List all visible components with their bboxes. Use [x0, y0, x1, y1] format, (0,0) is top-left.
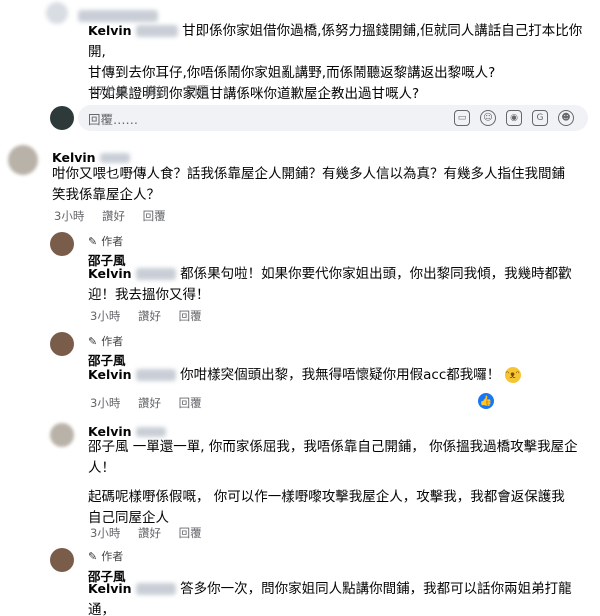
comment-1-like[interactable]: 讚好 [102, 209, 125, 223]
comment-4-time[interactable]: 3小時 [90, 526, 120, 540]
gif-icon[interactable]: G [532, 110, 548, 126]
author-badge-label: 作者 [101, 235, 124, 248]
comment-2-tag[interactable]: Kelvin [88, 266, 132, 281]
comment-2-meta: 3小時 讚好 回覆 [90, 308, 216, 324]
comment-1-avatar[interactable] [8, 145, 38, 175]
comment-1-author[interactable]: Kelvin [52, 150, 96, 165]
comment-1-line-0: 咁你又喂乜嘢傳人食？話我係靠屋企人開鋪？有幾多人信以為真？有幾多人指住我間鋪 [52, 166, 565, 182]
comment-4-reply[interactable]: 回覆 [179, 526, 202, 540]
reply-placeholder: 回覆…… [88, 112, 139, 127]
comment-0-meta: 47分鐘 讚好 回覆 [90, 83, 223, 99]
comment-3-like[interactable]: 讚好 [138, 396, 161, 410]
author-badge-label: 作者 [101, 550, 124, 563]
pencil-icon: ✎ [88, 549, 98, 563]
sticker-face-icon[interactable]: ☻ [558, 110, 574, 126]
comment-5-line-1: 通， [88, 602, 115, 616]
comment-3-reply[interactable]: 回覆 [179, 396, 202, 410]
comment-2-reply[interactable]: 回覆 [179, 309, 202, 323]
comment-3-tag[interactable]: Kelvin [88, 367, 132, 382]
top-avatar[interactable] [46, 2, 68, 24]
author-badge-label: 作者 [101, 335, 124, 348]
comment-5-line-0: 答多你一次，問你家姐同人點講你間鋪，我都可以話你兩姐弟打龍 [180, 581, 572, 597]
camera-icon[interactable]: ◉ [506, 110, 522, 126]
comment-4-line-1: 人！ [88, 460, 115, 476]
comment-2-author-badge: ✎ 作者 [88, 233, 123, 249]
comment-2-like[interactable]: 讚好 [138, 309, 161, 323]
pencil-icon: ✎ [88, 334, 98, 348]
comment-0-like[interactable]: 讚好 [145, 84, 168, 98]
current-user-avatar [50, 106, 74, 130]
comment-2-time[interactable]: 3小時 [90, 309, 120, 323]
pencil-icon: ✎ [88, 234, 98, 248]
comment-3-avatar[interactable] [50, 332, 74, 356]
laughing-emoji-icon: ᵔᴥᵔ [504, 367, 521, 383]
comment-4-avatar[interactable] [50, 423, 74, 447]
comment-3-time[interactable]: 3小時 [90, 396, 120, 410]
comment-5-tag[interactable]: Kelvin [88, 581, 132, 596]
comment-5-avatar[interactable] [50, 548, 74, 572]
comment-3-meta: 3小時 讚好 回覆 [90, 395, 216, 411]
comment-4-like[interactable]: 讚好 [138, 526, 161, 540]
comment-4-body: 邵子風 一單還一單, 你而家係屈我，我唔係靠自己開鋪， 你係搵我過橋攻擊我屋企 … [88, 437, 593, 529]
comment-2-body: Kelvin 都係果句啦！如果你要代你家姐出頭，你出黎同我傾，我幾時都歡 迎！我… [88, 263, 593, 306]
comment-5-body: Kelvin 答多你一次，問你家姐同人點講你間鋪，我都可以話你兩姐弟打龍 通， [88, 578, 593, 616]
comment-3-author-badge: ✎ 作者 [88, 333, 123, 349]
comment-1-body: 咁你又喂乜嘢傳人食？話我係靠屋企人開鋪？有幾多人信以為真？有幾多人指住我間鋪 笑… [52, 164, 592, 206]
comment-0-time[interactable]: 47分鐘 [90, 84, 128, 98]
sticker-icon[interactable]: ▭ [454, 110, 470, 126]
comment-2-avatar[interactable] [50, 232, 74, 256]
comment-5-author-badge: ✎ 作者 [88, 548, 123, 564]
comment-0-reply[interactable]: 回覆 [186, 84, 209, 98]
comment-0-line-1: 甘傳到去你耳仔,你唔係鬧你家姐亂講野,而係鬧聽返黎講返出黎嘅人? [88, 65, 496, 81]
emoji-icon[interactable]: ☺ [480, 110, 496, 126]
comment-0-author[interactable]: Kelvin [88, 23, 132, 38]
comment-2-line-1: 迎！我去搵你又得！ [88, 287, 210, 303]
comment-3-body: Kelvin 你咁樣突個頭出黎，我無得唔懷疑你用假acc都我囉！ ᵔᴥᵔ [88, 364, 593, 386]
comment-4-meta: 3小時 讚好 回覆 [90, 525, 216, 541]
comment-1-line-1: 笑我係靠屋企人？ [52, 187, 160, 203]
comment-4-line-0: 邵子風 一單還一單, 你而家係屈我，我唔係靠自己開鋪， 你係搵我過橋攻擊我屋企 [88, 439, 578, 455]
comment-3-line-0: 你咁樣突個頭出黎，我無得唔懷疑你用假acc都我囉！ [180, 367, 501, 383]
like-reaction-icon[interactable]: 👍 [478, 393, 494, 409]
comment-1-reply[interactable]: 回覆 [143, 209, 166, 223]
comment-1-time[interactable]: 3小時 [54, 209, 84, 223]
comment-2-line-0: 都係果句啦！如果你要代你家姐出頭，你出黎同我傾，我幾時都歡 [180, 266, 572, 282]
reply-input[interactable]: 回覆…… ▭ ☺ ◉ G ☻ [78, 105, 588, 131]
comment-4-line-2: 起碼呢樣嘢係假嘅， 你可以作一樣嘢嚟攻擊我屋企人，攻擊我，我都會返保護我 [88, 489, 565, 505]
comment-1-meta: 3小時 讚好 回覆 [54, 208, 180, 224]
